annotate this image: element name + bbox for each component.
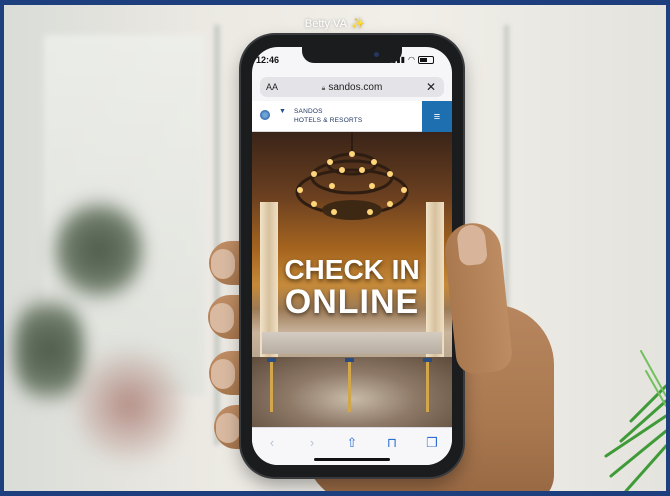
- hero-banner[interactable]: CHECK IN ONLINE: [252, 132, 452, 427]
- hero-title-line-2: ONLINE: [284, 283, 420, 321]
- battery-icon: [418, 55, 434, 64]
- chevron-down-icon[interactable]: ▼: [279, 108, 286, 115]
- chandelier-image: [295, 132, 409, 220]
- finger-nail: [211, 249, 235, 279]
- stanchion-top: [267, 358, 276, 362]
- lobby-floor: [252, 357, 452, 427]
- hamburger-icon: ≡: [433, 110, 441, 123]
- lock-icon: 🔒︎: [321, 84, 326, 92]
- menu-button[interactable]: ≡: [422, 101, 452, 132]
- forward-button[interactable]: ›: [302, 436, 322, 450]
- reception-desk: [262, 332, 442, 354]
- logo-line-1: SANDOS: [294, 108, 323, 115]
- stanchion-post: [348, 362, 351, 412]
- stanchion-post: [270, 362, 273, 412]
- hero-title-line-1: CHECK IN: [284, 254, 420, 285]
- phone-screen: 12:46 ▮▮▮ ◠ AA 🔒︎sandos.com ✕ ▼ SANDOS H…: [252, 47, 452, 465]
- stanchion-top: [423, 358, 432, 362]
- close-button[interactable]: ✕: [426, 80, 436, 94]
- share-button[interactable]: ⇧: [342, 436, 362, 450]
- background-plant: [54, 195, 144, 305]
- finger-nail: [216, 413, 240, 443]
- browser-address-bar[interactable]: AA 🔒︎ sandos.com ✕: [260, 77, 444, 97]
- logo-line-2: HOTELS & RESORTS: [294, 117, 363, 124]
- finger-nail: [210, 303, 234, 333]
- phone-notch: [302, 47, 402, 63]
- globe-icon[interactable]: [260, 110, 270, 120]
- back-button[interactable]: ‹: [262, 436, 282, 450]
- camera-icon: [374, 52, 379, 57]
- sparkle-icon: ✨: [351, 18, 366, 30]
- palm-leaf-image: [604, 350, 666, 491]
- text-size-button[interactable]: AA: [266, 82, 278, 92]
- url-display[interactable]: 🔒︎ sandos.com: [278, 82, 426, 93]
- tabs-button[interactable]: ❐: [422, 436, 442, 450]
- background-plant: [74, 335, 184, 475]
- site-header: ▼ SANDOS HOTELS & RESORTS ≡: [252, 101, 452, 132]
- finger-nail: [211, 359, 235, 389]
- home-indicator[interactable]: [314, 458, 390, 461]
- hero-title: CHECK IN ONLINE: [252, 254, 452, 321]
- url-text: sandos.com: [328, 81, 383, 93]
- stanchion-top: [345, 358, 354, 362]
- photo-frame: Betty VA ✨ 12:46 ▮▮▮ ◠ AA 🔒︎sandos.com ✕: [0, 0, 670, 496]
- bookmarks-button[interactable]: ⊓: [382, 436, 402, 450]
- stanchion-post: [426, 362, 429, 412]
- caption-name: Betty VA: [304, 18, 347, 30]
- wifi-icon: ◠: [408, 55, 415, 64]
- site-logo[interactable]: SANDOS HOTELS & RESORTS: [294, 107, 362, 125]
- status-time: 12:46: [256, 55, 280, 65]
- caption: Betty VA ✨: [4, 17, 666, 30]
